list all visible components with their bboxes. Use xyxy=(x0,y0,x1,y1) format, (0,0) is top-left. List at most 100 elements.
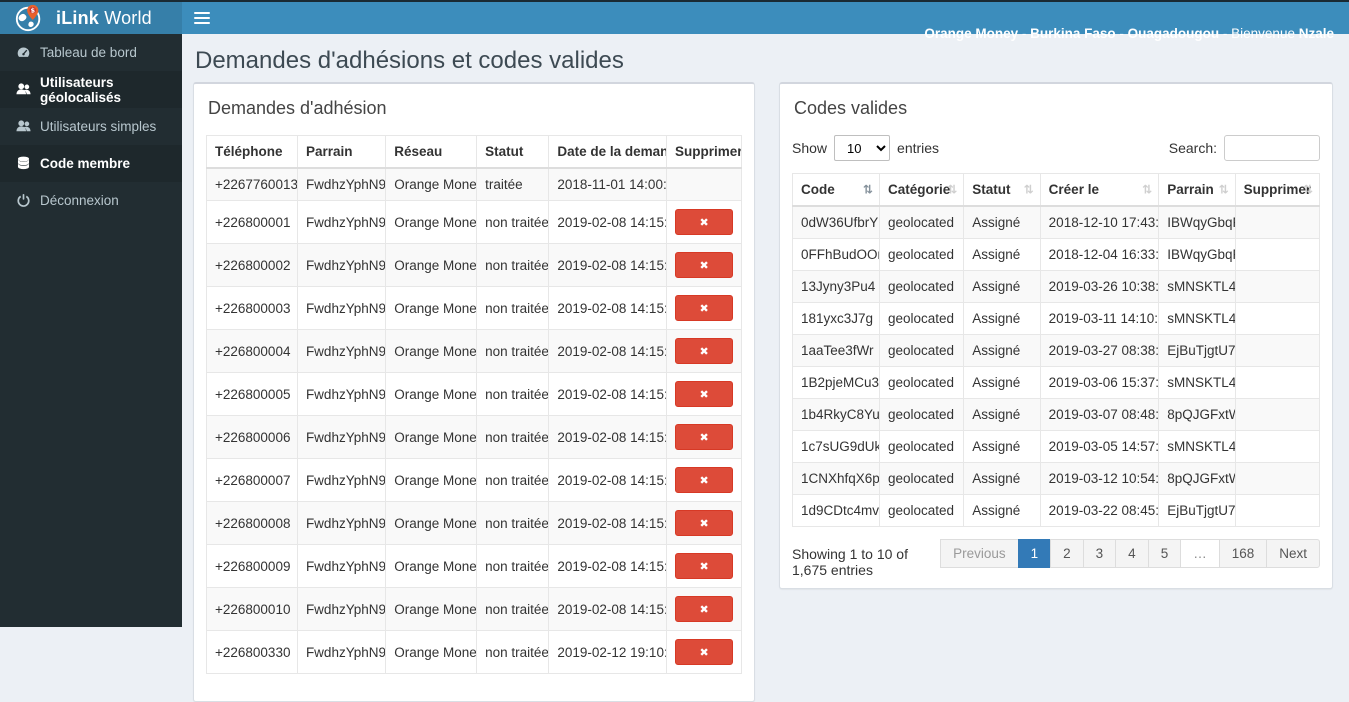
cell-statut: non traitée xyxy=(476,501,550,545)
cell-categorie: geolocated xyxy=(878,334,965,367)
cell-cree-le: 2019-03-12 10:54:00 xyxy=(1039,462,1160,495)
cell-supprimer: ✖ xyxy=(666,243,742,287)
navbar-user-text-segment: - xyxy=(1115,25,1128,41)
pagination-button[interactable]: 4 xyxy=(1115,539,1149,568)
delete-button[interactable]: ✖ xyxy=(675,510,734,536)
table-info: Showing 1 to 10 of 1,675 entries xyxy=(792,546,908,578)
cell-reseau: Orange Money xyxy=(385,243,478,287)
x-icon: ✖ xyxy=(699,602,709,616)
codes-table: Code ⇅ Catégorie ⇅ Statut ⇅ Créer le ⇅ P… xyxy=(792,173,1321,527)
cell-reseau: Orange Money xyxy=(385,372,478,416)
column-header[interactable]: Catégorie ⇅ xyxy=(878,173,965,207)
cell-statut: non traitée xyxy=(476,329,550,373)
sidebar-item-deconnexion[interactable]: Déconnexion xyxy=(0,182,182,219)
cell-parrain: FwdhzYphN9 xyxy=(296,167,387,201)
cell-reseau: Orange Money xyxy=(385,286,478,330)
delete-button[interactable]: ✖ xyxy=(675,209,734,235)
table-row: 1c7sUG9dUk geolocated Assigné 2019-03-05… xyxy=(792,430,1321,463)
table-row: 0FFhBudOOm geolocated Assigné 2018-12-04… xyxy=(792,238,1321,271)
delete-button[interactable]: ✖ xyxy=(675,467,734,493)
brand-name-regular: World xyxy=(104,7,152,28)
delete-button[interactable]: ✖ xyxy=(675,295,734,321)
sidebar-item-tableau-de-bord[interactable]: Tableau de bord xyxy=(0,34,182,71)
cell-supprimer xyxy=(1234,302,1321,335)
cell-statut: Assigné xyxy=(963,205,1041,239)
table-row: +226800330 FwdhzYphN9 Orange Money non t… xyxy=(206,630,742,674)
x-icon: ✖ xyxy=(699,258,709,272)
cell-parrain: sMNSKTL4OR xyxy=(1158,270,1236,303)
pagination-button[interactable]: 168 xyxy=(1218,539,1268,568)
dashboard-icon xyxy=(15,45,31,61)
brand-logo[interactable]: $ iLink World xyxy=(0,2,182,34)
column-header: Statut xyxy=(476,135,550,169)
cell-statut: non traitée xyxy=(476,200,550,244)
column-header: Date de la demande xyxy=(548,135,668,169)
search-label: Search: xyxy=(1168,140,1217,156)
delete-button[interactable]: ✖ xyxy=(675,639,734,665)
column-header: Réseau xyxy=(385,135,478,169)
delete-button[interactable]: ✖ xyxy=(675,424,734,450)
cell-parrain: IBWqyGbqFd xyxy=(1158,238,1236,271)
delete-button[interactable]: ✖ xyxy=(675,553,734,579)
sidebar-item-label: Tableau de bord xyxy=(40,45,137,60)
panel-title: Demandes d'adhésion xyxy=(208,98,387,118)
delete-button[interactable]: ✖ xyxy=(675,596,734,622)
cell-parrain: 8pQJGFxtWV xyxy=(1158,398,1236,431)
cell-categorie: geolocated xyxy=(878,366,965,399)
column-header[interactable]: Supprimer ⇅ xyxy=(1234,173,1321,207)
cell-parrain: FwdhzYphN9 xyxy=(296,372,387,416)
column-header[interactable]: Code ⇅ xyxy=(792,173,880,207)
table-row: 181yxc3J7g geolocated Assigné 2019-03-11… xyxy=(792,302,1321,335)
cell-parrain: FwdhzYphN9 xyxy=(296,501,387,545)
table-row: 1aaTee3fWr geolocated Assigné 2019-03-27… xyxy=(792,334,1321,367)
cell-supprimer xyxy=(1234,270,1321,303)
cell-date: 2019-02-08 14:15:26 xyxy=(548,372,668,416)
globe-pin-icon: $ xyxy=(14,3,44,33)
sidebar-item-code-membre[interactable]: Code membre xyxy=(0,145,182,182)
cell-supprimer xyxy=(1234,494,1321,527)
page-length-select[interactable]: 10 xyxy=(834,135,891,161)
datatable-controls: Show 10 entries Search: xyxy=(792,135,1320,161)
pagination-button[interactable]: 3 xyxy=(1082,539,1117,568)
cell-categorie: geolocated xyxy=(878,430,965,463)
navbar-user-text-segment: Burkina Faso xyxy=(1030,25,1116,41)
cell-date: 2019-02-08 14:15:26 xyxy=(548,200,668,244)
cell-reseau: Orange Money xyxy=(385,415,478,459)
sidebar-item-utilisateurs-geolocalises[interactable]: Utilisateurs géolocalisés xyxy=(0,71,182,108)
sidebar-item-label: Utilisateurs géolocalisés xyxy=(40,74,122,105)
x-icon: ✖ xyxy=(699,473,709,487)
pagination-button[interactable]: 2 xyxy=(1050,539,1084,568)
cell-date: 2019-02-12 19:10:32 xyxy=(548,630,668,674)
cell-reseau: Orange Money xyxy=(385,329,478,373)
cell-parrain: FwdhzYphN9 xyxy=(296,286,387,330)
pagination-button[interactable]: 5 xyxy=(1147,539,1182,568)
pagination-button[interactable]: 1 xyxy=(1017,539,1052,568)
cell-supprimer: ✖ xyxy=(666,630,742,674)
cell-cree-le: 2018-12-10 17:43:11 xyxy=(1039,205,1160,239)
cell-telephone: +226800001 xyxy=(206,200,298,244)
column-header[interactable]: Statut ⇅ xyxy=(963,173,1041,207)
pagination-button[interactable]: Next xyxy=(1266,539,1320,568)
cell-statut: Assigné xyxy=(963,366,1041,399)
column-header[interactable]: Créer le ⇅ xyxy=(1039,173,1160,207)
cell-parrain: sMNSKTL4OR xyxy=(1158,430,1236,463)
x-icon: ✖ xyxy=(699,387,709,401)
cell-code: 1B2pjeMCu3 xyxy=(792,366,880,399)
sidebar-toggle-icon[interactable] xyxy=(194,12,210,24)
demandes-table: Téléphone Parrain Réseau Statut Date de la d… xyxy=(206,135,742,674)
pagination: Previous 1 2 3 4 5… 168 Next xyxy=(940,539,1320,568)
delete-button[interactable]: ✖ xyxy=(675,338,734,364)
delete-button[interactable]: ✖ xyxy=(675,252,734,278)
table-header-row: Code ⇅ Catégorie ⇅ Statut ⇅ Créer le ⇅ P… xyxy=(792,173,1321,207)
cell-parrain: FwdhzYphN9 xyxy=(296,458,387,502)
search-input[interactable] xyxy=(1224,135,1320,161)
window-top-edge xyxy=(0,0,1349,2)
navbar-user-text-segment: - Bienvenue xyxy=(1219,25,1299,41)
sidebar-item-utilisateurs-simples[interactable]: Utilisateurs simples xyxy=(0,108,182,145)
delete-button[interactable]: ✖ xyxy=(675,381,734,407)
pagination-button[interactable]: Previous xyxy=(940,539,1019,568)
column-header[interactable]: Parrain ⇅ xyxy=(1158,173,1236,207)
pagination-button[interactable]: … xyxy=(1180,539,1220,568)
cell-reseau: Orange Money xyxy=(385,630,478,674)
cell-code: 1CNXhfqX6p xyxy=(792,462,880,495)
